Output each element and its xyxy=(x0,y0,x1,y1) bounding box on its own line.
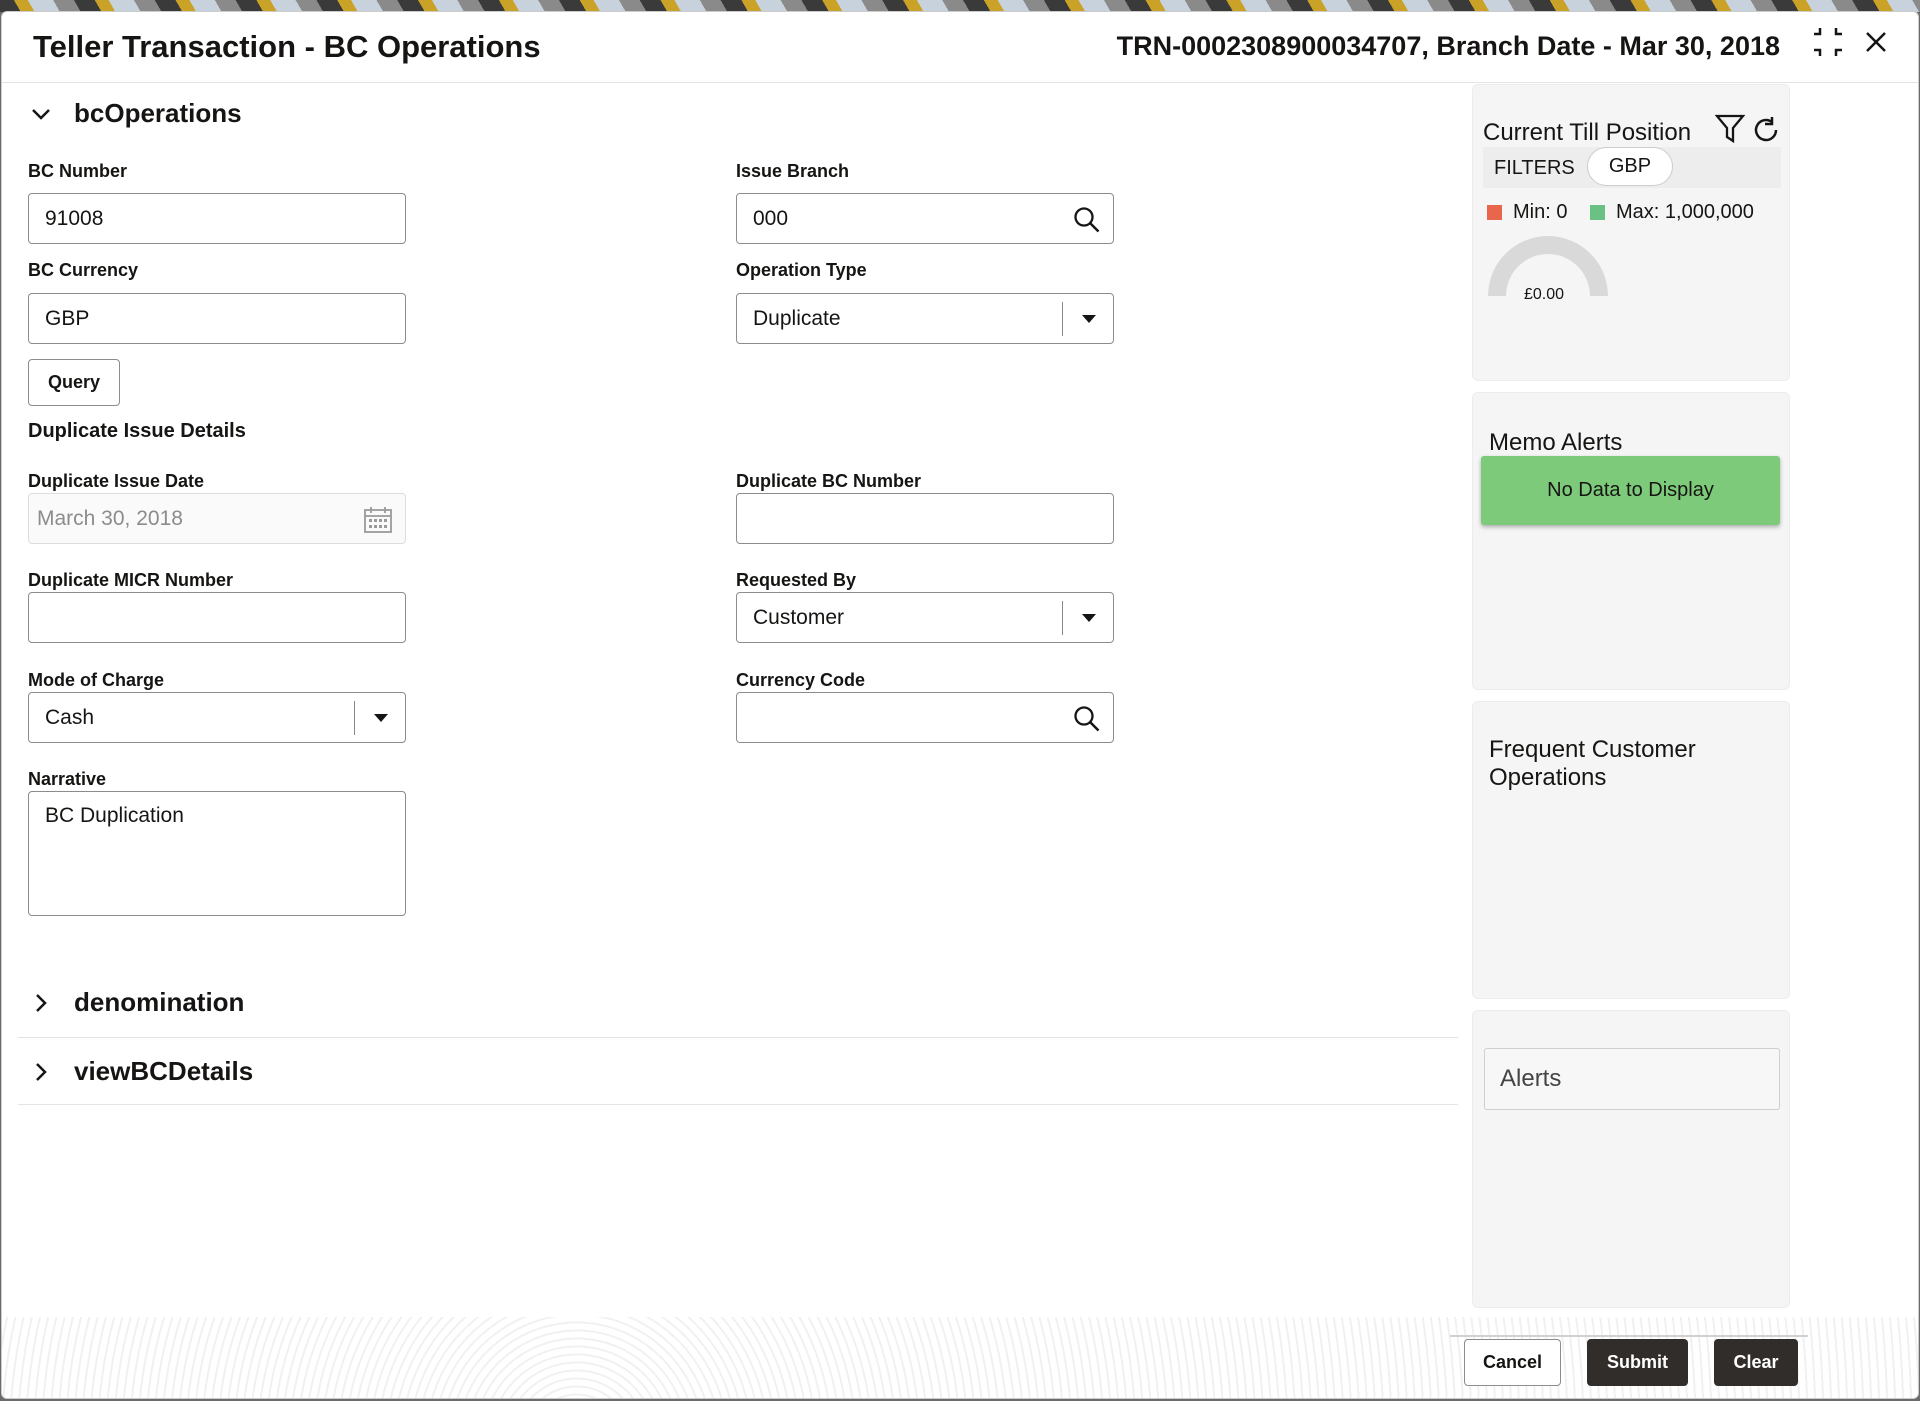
bc-currency-input[interactable]: GBP xyxy=(28,293,406,344)
section-title: denomination xyxy=(74,987,245,1017)
calendar-icon[interactable] xyxy=(363,506,393,534)
max-value: Max: 1,000,000 xyxy=(1616,201,1754,223)
alerts-panel: Alerts xyxy=(1472,1010,1790,1308)
section-title: viewBCDetails xyxy=(74,1056,254,1086)
close-icon[interactable] xyxy=(1858,24,1894,60)
duplicate-issue-date-input[interactable]: March 30, 2018 xyxy=(28,493,406,544)
narrative-textarea[interactable]: BC Duplication xyxy=(28,791,406,916)
footer-bar: Cancel Submit Clear xyxy=(2,1317,1918,1398)
currency-code-input[interactable] xyxy=(736,692,1114,743)
memo-empty-message: No Data to Display xyxy=(1481,456,1780,525)
narrative-value: BC Duplication xyxy=(45,804,184,827)
section-bcoperations-toggle[interactable]: bcOperations xyxy=(30,98,242,129)
section-denomination-toggle[interactable]: denomination xyxy=(30,987,244,1018)
query-button[interactable]: Query xyxy=(28,359,120,406)
max-legend-swatch xyxy=(1590,205,1605,220)
issue-branch-value: 000 xyxy=(753,206,789,230)
frequent-operations-title: Frequent Customer Operations xyxy=(1489,736,1696,791)
operation-type-value: Duplicate xyxy=(753,306,841,330)
divider xyxy=(1450,1335,1808,1337)
window-header: Teller Transaction - BC Operations TRN-0… xyxy=(2,12,1918,83)
memo-alerts-title: Memo Alerts xyxy=(1489,429,1623,456)
frequent-operations-panel: Frequent Customer Operations xyxy=(1472,701,1790,999)
refresh-icon[interactable] xyxy=(1751,115,1781,145)
issue-branch-label: Issue Branch xyxy=(736,161,850,181)
requested-by-select[interactable]: Customer xyxy=(736,592,1114,643)
divider xyxy=(18,1104,1458,1105)
section-title: bcOperations xyxy=(74,98,242,128)
duplicate-micr-label: Duplicate MICR Number xyxy=(28,570,234,590)
till-position-panel: Current Till Position FILTERS GBP Min: 0… xyxy=(1472,84,1790,381)
till-title: Current Till Position xyxy=(1483,119,1692,146)
mode-of-charge-label: Mode of Charge xyxy=(28,670,165,690)
search-icon[interactable] xyxy=(1073,705,1101,733)
caret-down-icon xyxy=(374,714,388,722)
duplicate-bc-number-label: Duplicate BC Number xyxy=(736,471,922,491)
search-icon[interactable] xyxy=(1073,206,1101,234)
filters-bar: FILTERS GBP xyxy=(1483,147,1781,188)
alerts-box[interactable]: Alerts xyxy=(1484,1048,1780,1110)
bc-currency-value: GBP xyxy=(45,306,90,330)
mode-of-charge-select[interactable]: Cash xyxy=(28,692,406,743)
caret-down-icon xyxy=(1082,315,1096,323)
duplicate-bc-number-input[interactable] xyxy=(736,493,1114,544)
duplicate-issue-date-value: March 30, 2018 xyxy=(37,506,183,530)
bc-currency-label: BC Currency xyxy=(28,260,139,280)
operation-type-label: Operation Type xyxy=(736,260,867,280)
requested-by-value: Customer xyxy=(753,605,845,629)
min-value: Min: 0 xyxy=(1513,201,1568,223)
transaction-reference: TRN-0002308900034707, Branch Date - Mar … xyxy=(1116,31,1780,61)
duplicate-micr-input[interactable] xyxy=(28,592,406,643)
submit-button[interactable]: Submit xyxy=(1587,1339,1688,1386)
bc-number-label: BC Number xyxy=(28,161,128,181)
duplicate-issue-heading: Duplicate Issue Details xyxy=(28,420,246,442)
clear-button[interactable]: Clear xyxy=(1714,1339,1798,1386)
chevron-down-icon xyxy=(32,108,50,120)
section-viewbcdetails-toggle[interactable]: viewBCDetails xyxy=(30,1056,253,1087)
memo-alerts-panel: Memo Alerts No Data to Display xyxy=(1472,392,1790,690)
duplicate-issue-date-label: Duplicate Issue Date xyxy=(28,471,205,491)
currency-code-label: Currency Code xyxy=(736,670,866,690)
mode-of-charge-value: Cash xyxy=(45,705,95,729)
page-title: Teller Transaction - BC Operations xyxy=(33,29,541,64)
narrative-label: Narrative xyxy=(28,769,107,789)
chevron-right-icon xyxy=(36,1062,47,1081)
min-legend-swatch xyxy=(1487,205,1502,220)
bc-number-value: 91008 xyxy=(45,206,104,230)
bc-number-input[interactable]: 91008 xyxy=(28,193,406,244)
teller-transaction-window: Teller Transaction - BC Operations TRN-0… xyxy=(1,11,1919,1399)
operation-type-select[interactable]: Duplicate xyxy=(736,293,1114,344)
cancel-button[interactable]: Cancel xyxy=(1464,1339,1561,1386)
filter-icon[interactable] xyxy=(1715,113,1745,145)
issue-branch-input[interactable]: 000 xyxy=(736,193,1114,244)
requested-by-label: Requested By xyxy=(736,570,857,590)
till-amount: £0.00 xyxy=(1524,286,1565,303)
divider xyxy=(18,1037,1458,1038)
chevron-right-icon xyxy=(36,993,47,1012)
filters-label: FILTERS xyxy=(1494,157,1575,179)
minimize-icon[interactable] xyxy=(1810,24,1846,60)
caret-down-icon xyxy=(1082,614,1096,622)
currency-filter-chip[interactable]: GBP xyxy=(1587,147,1673,186)
